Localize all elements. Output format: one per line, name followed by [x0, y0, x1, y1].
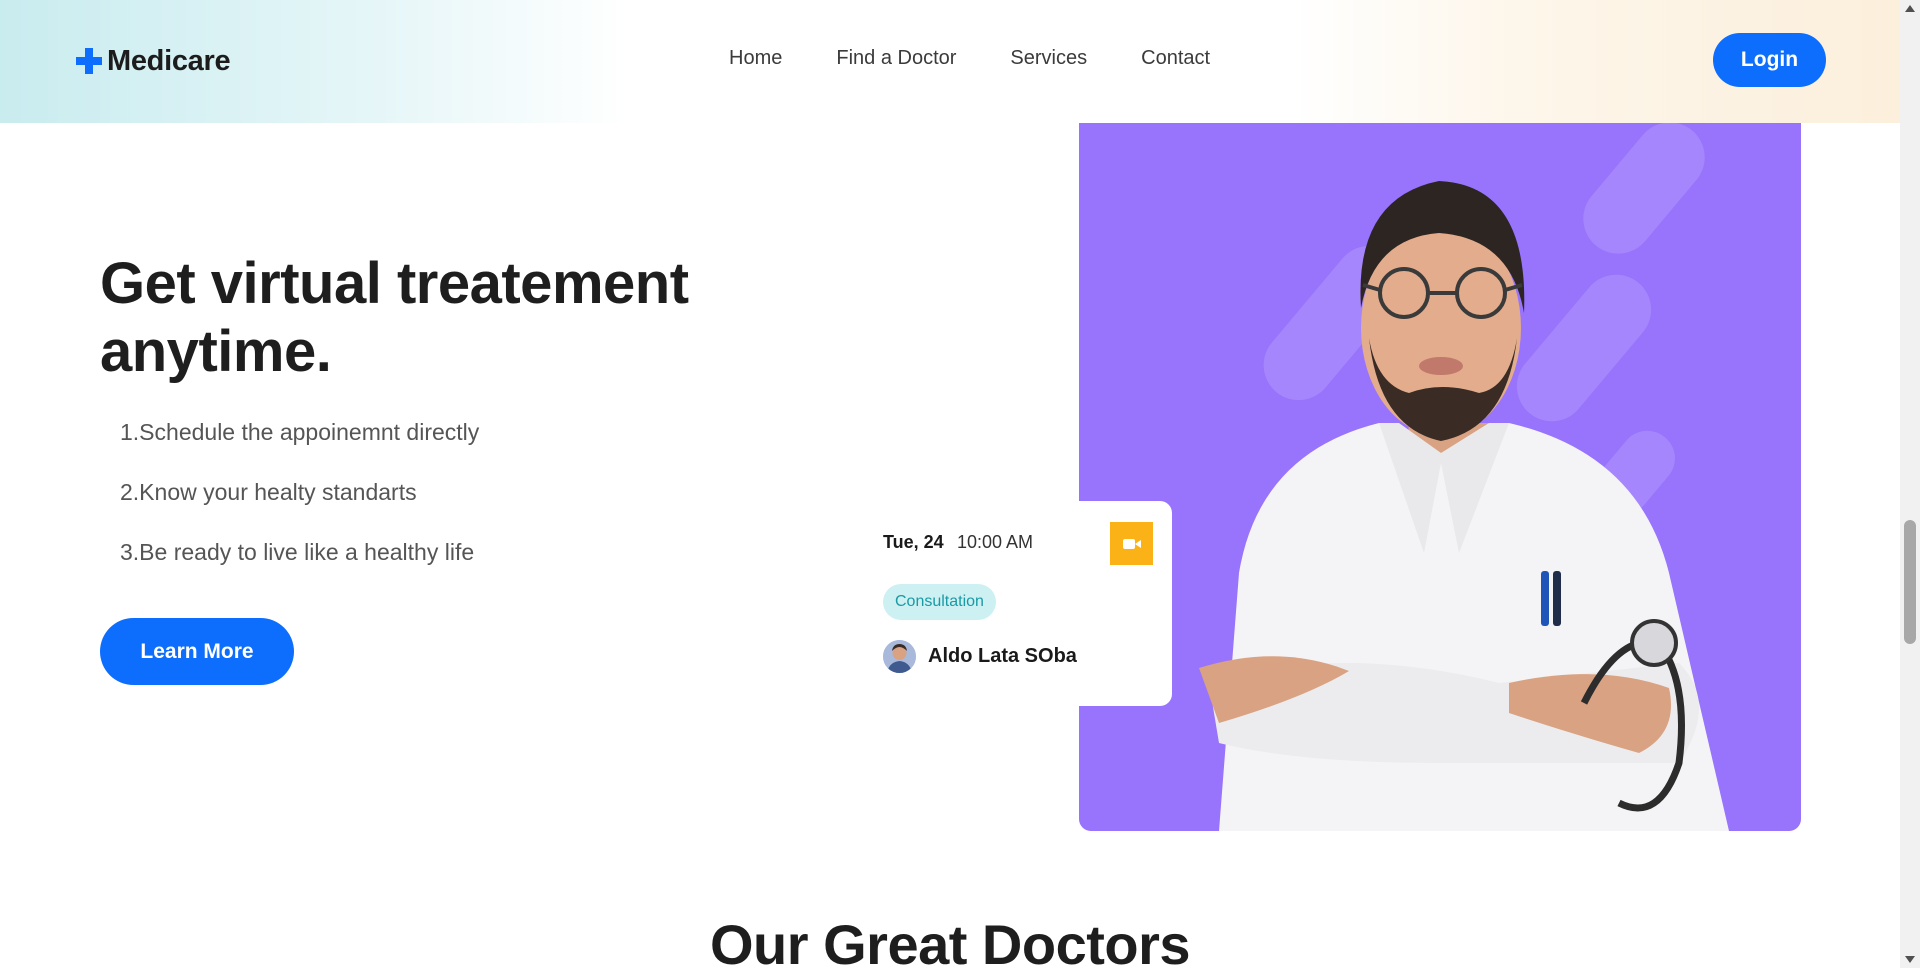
doctor-name: Aldo Lata SOba: [928, 645, 1077, 667]
vertical-scrollbar[interactable]: [1900, 0, 1920, 968]
scroll-down-arrow-icon[interactable]: [1900, 951, 1920, 968]
doctor-illustration: [1199, 123, 1729, 831]
nav-find-a-doctor[interactable]: Find a Doctor: [836, 47, 956, 70]
video-call-button[interactable]: [1110, 522, 1153, 565]
scrollbar-thumb[interactable]: [1904, 520, 1916, 644]
appointment-time: 10:00 AM: [957, 532, 1034, 552]
nav-home[interactable]: Home: [729, 47, 782, 70]
medical-cross-icon: [76, 48, 102, 74]
nav-contact[interactable]: Contact: [1141, 47, 1210, 70]
brand-logo[interactable]: Medicare: [75, 44, 231, 78]
learn-more-button[interactable]: Learn More: [100, 618, 294, 685]
section-title: Our Great Doctors: [709, 913, 1191, 976]
login-button[interactable]: Login: [1713, 33, 1826, 87]
consultation-tag: Consultation: [883, 584, 996, 620]
main-nav: Home Find a Doctor Services Contact: [729, 47, 1210, 70]
doctor-hero-image: [1079, 123, 1801, 831]
hero-title: Get virtual treatement anytime.: [100, 251, 689, 384]
site-header: Medicare Home Find a Doctor Services Con…: [0, 0, 1900, 123]
hero-step: 3.Be ready to live like a healthy life: [120, 539, 475, 565]
avatar: [883, 640, 916, 673]
hero-step: 1.Schedule the appoinemnt directly: [120, 419, 480, 445]
appointment-card[interactable]: Tue, 24 10:00 AM Consultation Aldo Lata …: [866, 501, 1172, 706]
scroll-up-arrow-icon[interactable]: [1900, 0, 1920, 17]
nav-services[interactable]: Services: [1010, 47, 1087, 70]
video-camera-icon: [1122, 538, 1141, 549]
hero-steps: 1.Schedule the appoinemnt directly 2.Kno…: [120, 416, 479, 596]
appointment-date: Tue, 24: [883, 532, 944, 552]
brand-name: Medicare: [107, 44, 231, 77]
hero-step: 2.Know your healty standarts: [120, 479, 417, 505]
